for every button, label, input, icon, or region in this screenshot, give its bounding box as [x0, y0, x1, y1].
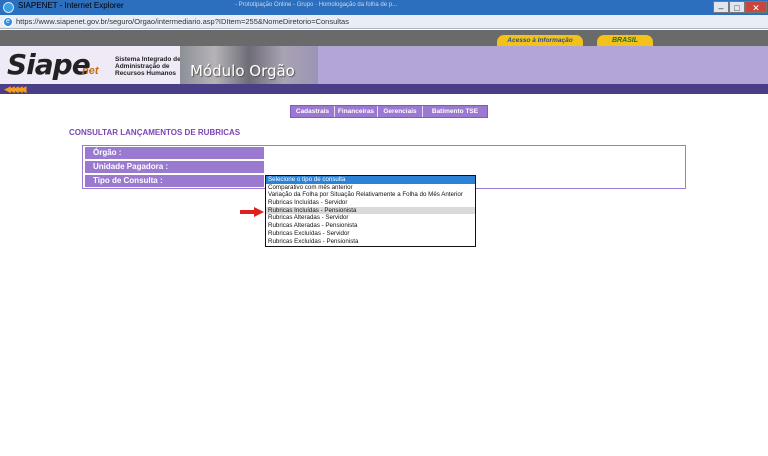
tipo-consulta-label: Tipo de Consulta : — [85, 175, 264, 187]
brasil-link[interactable]: BRASIL — [597, 35, 653, 46]
dropdown-option[interactable]: Rubricas Incluídas - Pensionista — [266, 206, 475, 215]
browser-window: SIAPENET - Internet Explorer - Prototipa… — [0, 0, 768, 456]
acesso-informacao-link[interactable]: Acesso à Informação — [497, 35, 583, 46]
maximize-button[interactable]: □ — [729, 1, 745, 13]
background-tabs[interactable]: - Prototipação Online - Grupo · Homologa… — [235, 2, 397, 8]
dropdown-option[interactable]: Rubricas Excluídas - Servidor — [266, 230, 475, 238]
dropdown-option[interactable]: Variação da Folha por Situação Relativam… — [266, 191, 475, 199]
dropdown-option[interactable]: Rubricas Excluídas - Pensionista — [266, 238, 475, 246]
dropdown-option[interactable]: Rubricas Alteradas - Pensionista — [266, 222, 475, 230]
logo-net-text: net — [82, 65, 99, 77]
close-button[interactable]: ✕ — [745, 1, 767, 13]
ie-page-icon: e — [3, 17, 13, 27]
menu-gerenciais[interactable]: Gerenciais — [378, 106, 423, 117]
siapenet-logo: Siape net Sistema Integrado de Administr… — [0, 46, 181, 84]
menu-cadastrais[interactable]: Cadastrais — [291, 106, 335, 117]
minimize-button[interactable]: – — [713, 1, 729, 13]
page-title: CONSULTAR LANÇAMENTOS DE RUBRICAS — [69, 128, 241, 137]
address-bar[interactable]: e https://www.siapenet.gov.br/seguro/Org… — [0, 15, 768, 29]
logo-subtitle: Sistema Integrado de Administração de Re… — [115, 56, 181, 77]
site-banner: Siape net Sistema Integrado de Administr… — [0, 46, 768, 84]
header-stripe — [0, 84, 768, 94]
ie-icon — [3, 2, 14, 13]
dropdown-option[interactable]: Selecione o tipo de consulta — [266, 176, 475, 184]
logo-siape-text: Siape — [7, 48, 91, 81]
module-title: Módulo Orgão — [190, 62, 295, 80]
title-bar: SIAPENET - Internet Explorer - Prototipa… — [0, 0, 768, 15]
red-pointer-arrow-icon — [240, 207, 264, 217]
menu-financeiras[interactable]: Financeiras — [335, 106, 378, 117]
orgao-label: Órgão : — [85, 147, 264, 159]
tipo-consulta-dropdown[interactable]: Selecione o tipo de consulta Comparativo … — [265, 175, 476, 247]
back-arrows-icon[interactable]: ◀◀◀◀◀ — [4, 84, 27, 94]
url-text[interactable]: https://www.siapenet.gov.br/seguro/Orgao… — [16, 17, 349, 26]
main-menu: Cadastrais Financeiras Gerenciais Batime… — [290, 105, 488, 118]
menu-batimento-tse[interactable]: Batimento TSE — [423, 106, 487, 117]
dropdown-option[interactable]: Comparativo com mês anterior — [266, 184, 475, 192]
unidade-pagadora-label: Unidade Pagadora : — [85, 161, 264, 173]
dropdown-option[interactable]: Rubricas Incluídas - Servidor — [266, 199, 475, 207]
dropdown-option[interactable]: Rubricas Alteradas - Servidor — [266, 214, 475, 222]
window-title: SIAPENET - Internet Explorer — [18, 1, 124, 10]
